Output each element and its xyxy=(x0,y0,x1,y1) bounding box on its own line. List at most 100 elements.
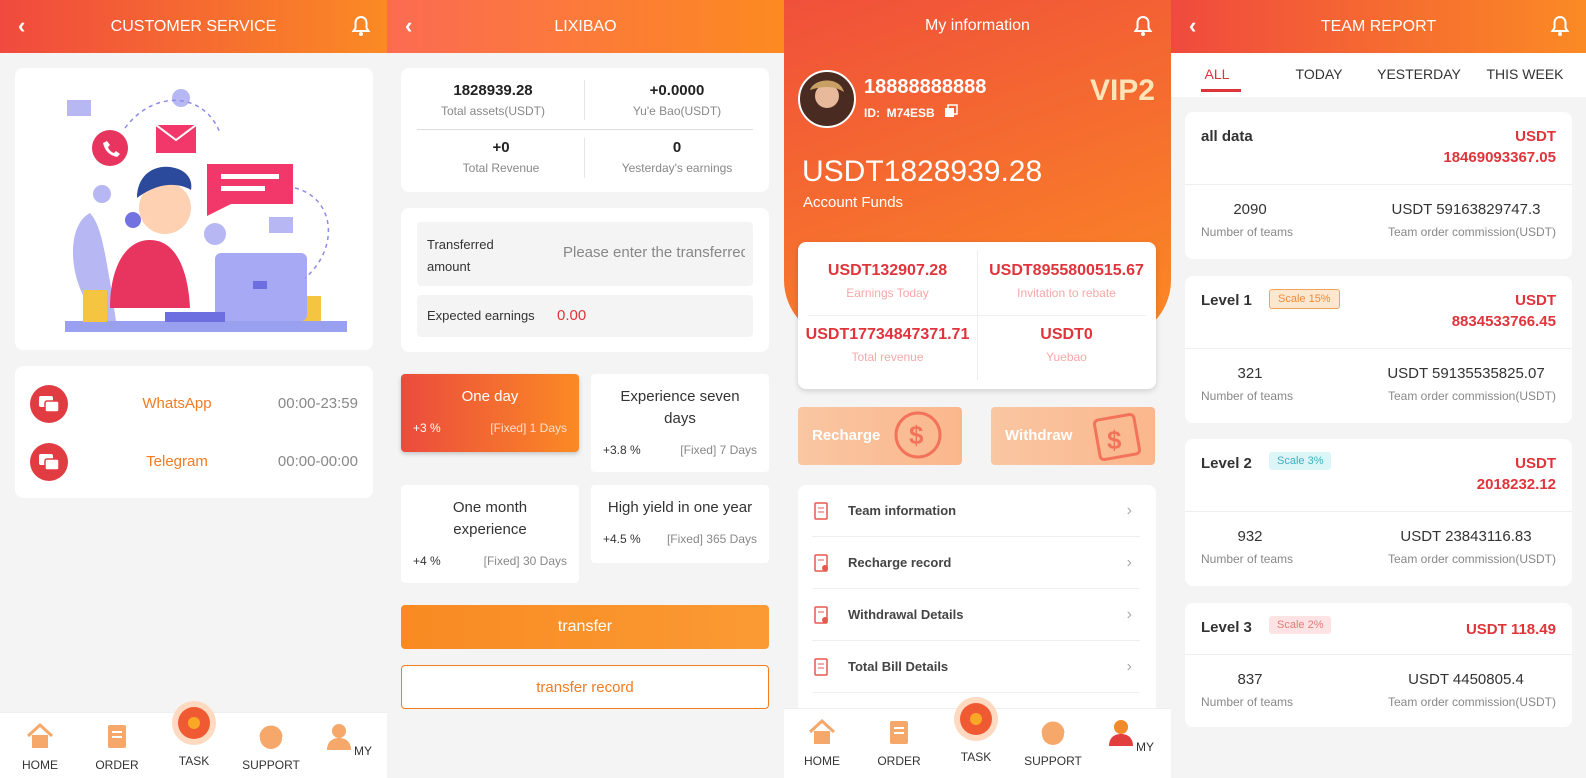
teams-label: Number of teams xyxy=(1201,225,1294,239)
order-icon xyxy=(108,725,126,748)
back-icon[interactable]: ‹ xyxy=(18,12,25,40)
support-icon xyxy=(259,725,283,749)
tab-this-week[interactable]: THIS WEEK xyxy=(1477,66,1573,82)
home-icon xyxy=(26,722,54,748)
scale-badge: Scale 3% xyxy=(1269,452,1332,470)
header-bar: My information xyxy=(784,0,1171,52)
avatar[interactable] xyxy=(798,70,856,128)
nav-order[interactable]: ORDER xyxy=(869,717,929,768)
plan-one-month[interactable]: One month experience +4 % [Fixed] 30 Day… xyxy=(401,485,579,583)
user-icon xyxy=(1109,720,1133,746)
task-wheel-icon xyxy=(172,701,216,745)
header-bar: ‹ TEAM REPORT xyxy=(1171,0,1586,53)
my-information-screen: My information 18888888888 ID: M74ESB VI… xyxy=(784,0,1171,778)
nav-order[interactable]: ORDER xyxy=(87,721,147,772)
svg-text:$: $ xyxy=(1107,425,1122,455)
divider xyxy=(808,315,1146,316)
scale-badge: Scale 15% xyxy=(1269,289,1340,309)
teams-count: 2090 xyxy=(1233,201,1267,218)
back-icon[interactable]: ‹ xyxy=(405,12,412,40)
report-card-level-1: Level 1 Scale 15% USDT 8834533766.45 321 … xyxy=(1185,276,1572,423)
support-agent-illustration xyxy=(65,89,347,332)
plan-seven-days[interactable]: Experience seven days +3.8 % [Fixed] 7 D… xyxy=(591,374,769,472)
teams-label: Number of teams xyxy=(1201,389,1294,403)
teams-count: 837 xyxy=(1237,671,1263,688)
page-title: LIXIBAO xyxy=(554,17,617,35)
commission-label: Team order commission(USDT) xyxy=(1387,695,1556,709)
transfer-record-button[interactable]: transfer record xyxy=(401,665,769,709)
report-amount: USDT 118.49 xyxy=(1465,621,1556,638)
tab-yesterday[interactable]: YESTERDAY xyxy=(1373,66,1465,82)
teams-count: 321 xyxy=(1237,365,1263,382)
nav-my[interactable]: MY xyxy=(318,721,378,758)
bell-icon[interactable] xyxy=(1550,15,1570,37)
header-bar: ‹ LIXIBAO xyxy=(387,0,784,53)
report-name: Level 3 xyxy=(1201,619,1252,636)
commission-value: USDT 4450805.4 xyxy=(1408,671,1524,688)
nav-task[interactable]: TASK xyxy=(164,699,224,768)
earnings-card: USDT132907.28 Earnings Today USDT8955800… xyxy=(798,242,1156,389)
account-funds-value: USDT1828939.28 xyxy=(802,155,1043,188)
report-amount: USDT 18469093367.05 xyxy=(1443,128,1556,166)
tab-today[interactable]: TODAY xyxy=(1287,66,1351,82)
menu-team-information[interactable]: Team information › xyxy=(812,485,1140,537)
divider xyxy=(584,80,585,120)
nav-support[interactable]: SUPPORT xyxy=(241,721,301,772)
chat-icon xyxy=(30,443,68,481)
support-illustration xyxy=(15,68,373,350)
contact-name: WhatsApp xyxy=(142,395,212,412)
contact-row-telegram[interactable]: Telegram 00:00-00:00 xyxy=(15,436,373,486)
amount-input[interactable]: Please enter the transferred amount xyxy=(563,244,745,261)
plan-one-year[interactable]: High yield in one year +4.5 % [Fixed] 36… xyxy=(591,485,769,563)
contact-row-whatsapp[interactable]: WhatsApp 00:00-23:59 xyxy=(15,378,373,428)
menu-recharge-record[interactable]: Recharge record › xyxy=(812,537,1140,589)
recharge-button[interactable]: Recharge $ xyxy=(798,407,962,465)
report-card-level-2: Level 2 Scale 3% USDT 2018232.12 932 Numb… xyxy=(1185,439,1572,586)
nav-home[interactable]: HOME xyxy=(10,721,70,772)
back-icon[interactable]: ‹ xyxy=(1189,12,1196,40)
withdraw-button[interactable]: Withdraw $ xyxy=(991,407,1155,465)
bell-icon[interactable] xyxy=(351,15,371,37)
stat-earnings-today: USDT132907.28 Earnings Today xyxy=(827,262,948,300)
withdraw-icon: $ xyxy=(1092,412,1142,462)
page-title: TEAM REPORT xyxy=(1320,17,1437,35)
commission-label: Team order commission(USDT) xyxy=(1387,225,1556,239)
user-id: ID: M74ESB xyxy=(864,106,935,120)
document-icon xyxy=(814,605,828,624)
plan-one-day[interactable]: One day +3 % [Fixed] 1 Days xyxy=(401,374,579,452)
stat-invitation-rebate: USDT8955800515.67 Invitation to rebate xyxy=(989,262,1144,300)
nav-task[interactable]: TASK xyxy=(946,695,1006,764)
header-bar: ‹ CUSTOMER SERVICE xyxy=(0,0,387,53)
scale-badge: Scale 2% xyxy=(1269,616,1332,634)
expected-value: 0.00 xyxy=(557,307,587,324)
home-icon xyxy=(808,718,836,744)
contact-hours: 00:00-23:59 xyxy=(277,395,358,412)
nav-my[interactable]: MY xyxy=(1100,717,1160,754)
report-name: all data xyxy=(1201,128,1253,145)
copy-icon[interactable] xyxy=(944,104,958,118)
amount-field[interactable]: Transferred amount Please enter the trans… xyxy=(417,222,753,286)
commission-value: USDT 59135535825.07 xyxy=(1387,365,1545,382)
nav-home[interactable]: HOME xyxy=(792,717,852,768)
contact-hours: 00:00-00:00 xyxy=(277,453,358,470)
chat-icon xyxy=(30,385,68,423)
page-title: CUSTOMER SERVICE xyxy=(110,17,277,35)
lixibao-screen: ‹ LIXIBAO 1828939.28 Total assets(USDT) … xyxy=(387,0,784,778)
bell-icon[interactable] xyxy=(1133,15,1153,37)
stat-total-revenue: USDT17734847371.71 Total revenue xyxy=(805,326,970,364)
recharge-icon: $ xyxy=(894,411,942,459)
nav-support[interactable]: SUPPORT xyxy=(1023,717,1083,768)
transfer-button[interactable]: transfer xyxy=(401,605,769,649)
teams-count: 932 xyxy=(1237,528,1263,545)
tab-all[interactable]: ALL xyxy=(1193,66,1241,82)
stats-card: 1828939.28 Total assets(USDT) +0.0000 Yu… xyxy=(401,68,769,192)
stat-yesterday: 0 Yesterday's earnings xyxy=(621,139,733,175)
chevron-right-icon: › xyxy=(1126,553,1132,571)
active-tab-indicator xyxy=(1201,89,1241,92)
stat-yuebao: +0.0000 Yu'e Bao(USDT) xyxy=(632,82,722,118)
commission-value: USDT 59163829747.3 xyxy=(1391,201,1541,218)
menu-withdrawal-details[interactable]: Withdrawal Details › xyxy=(812,589,1140,641)
menu-total-bill-details[interactable]: Total Bill Details › xyxy=(812,641,1140,693)
contact-name: Telegram xyxy=(146,453,208,470)
chevron-right-icon: › xyxy=(1126,605,1132,623)
